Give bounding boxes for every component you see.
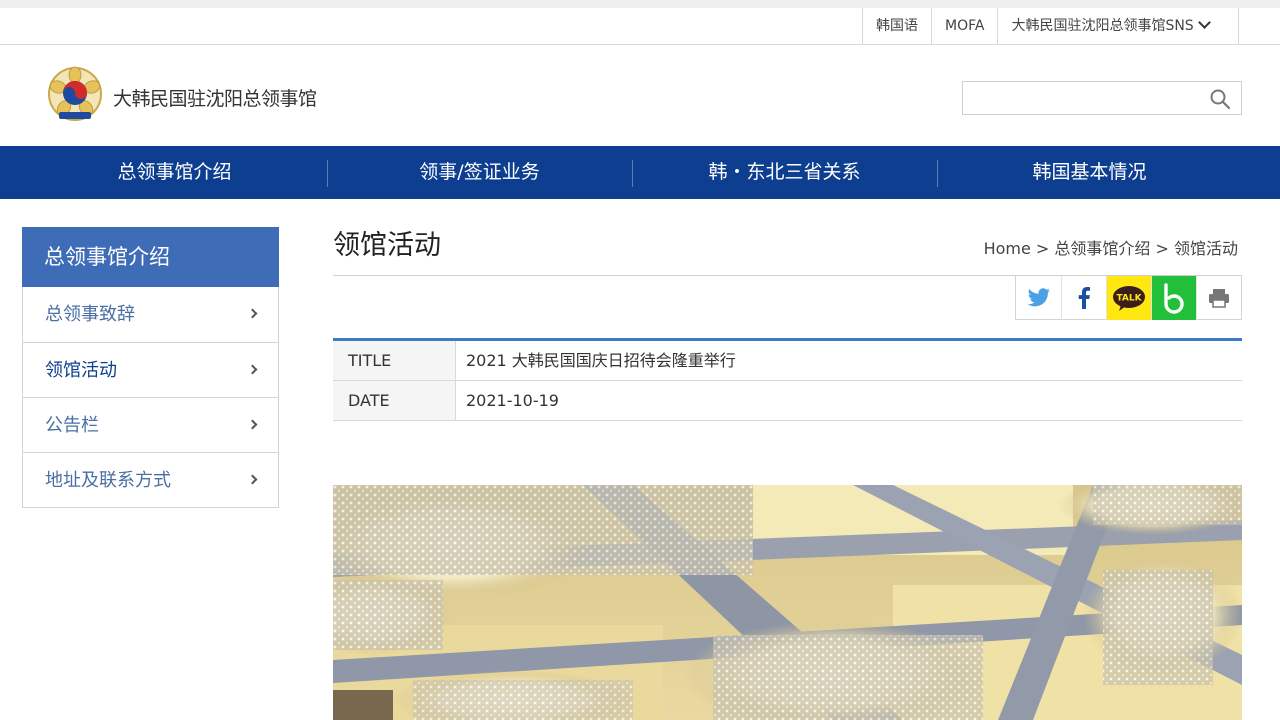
sidebar-menu: 总领事致辞 领馆活动 公告栏 地址及联系方式 xyxy=(22,287,279,508)
date-value: 2021-10-19 xyxy=(466,391,559,410)
chevron-right-icon xyxy=(247,308,258,319)
nav-consulate-intro[interactable]: 总领事馆介绍 xyxy=(22,146,327,199)
sidebar-heading: 总领事馆介绍 xyxy=(22,227,279,287)
print-icon xyxy=(1209,289,1229,308)
mofa-link[interactable]: MOFA xyxy=(932,8,999,44)
nav-korea-northeast-relations[interactable]: 韩・东北三省关系 xyxy=(632,146,937,199)
sns-dropdown[interactable]: 大韩民国驻沈阳总领事馆SNS xyxy=(998,8,1240,44)
utility-bar: 韩国语 MOFA 大韩民国驻沈阳总领事馆SNS xyxy=(0,0,1280,45)
search-button[interactable] xyxy=(1209,88,1231,110)
search-box xyxy=(962,81,1242,115)
chevron-down-icon xyxy=(1197,16,1211,29)
sidebar-item-label: 公告栏 xyxy=(45,415,99,436)
table-row: TITLE 2021 大韩民国国庆日招待会隆重举行 xyxy=(333,341,1242,381)
search-input[interactable] xyxy=(971,86,1201,110)
title-key: TITLE xyxy=(333,341,456,380)
table-row: DATE 2021-10-19 xyxy=(333,381,1242,421)
article-info-table: TITLE 2021 大韩民国国庆日招待会隆重举行 DATE 2021-10-1… xyxy=(333,338,1242,421)
chevron-right-icon xyxy=(247,474,258,485)
band-share-button[interactable] xyxy=(1151,276,1196,320)
facebook-share-button[interactable] xyxy=(1061,276,1106,320)
twitter-icon xyxy=(1027,288,1050,307)
utility-links: 韩国语 MOFA 大韩民国驻沈阳总领事馆SNS xyxy=(862,8,1240,44)
sns-dropdown-label: 大韩民国驻沈阳总领事馆SNS xyxy=(1011,18,1194,34)
event-photo xyxy=(333,485,1242,720)
site-title[interactable]: 大韩民国驻沈阳总领事馆 xyxy=(113,84,317,111)
page-title: 领馆活动 xyxy=(333,230,441,261)
sidebar-item-label: 总领事致辞 xyxy=(45,304,135,325)
twitter-share-button[interactable] xyxy=(1016,276,1061,320)
sidebar-item-address-contact[interactable]: 地址及联系方式 xyxy=(23,452,278,507)
main-navigation: 总领事馆介绍 领事/签证业务 韩・东北三省关系 韩国基本情况 xyxy=(0,146,1280,199)
consulate-emblem-logo[interactable] xyxy=(47,66,103,122)
chevron-right-icon xyxy=(247,419,258,430)
sidebar-item-label: 地址及联系方式 xyxy=(45,470,171,491)
kakaotalk-label: TALK xyxy=(1116,294,1142,304)
nav-korea-basic-info[interactable]: 韩国基本情况 xyxy=(937,146,1242,199)
title-value: 2021 大韩民国国庆日招待会隆重举行 xyxy=(466,351,736,370)
band-icon xyxy=(1164,283,1184,314)
sidebar-item-consul-greeting[interactable]: 总领事致辞 xyxy=(23,287,278,342)
kakaotalk-icon: TALK xyxy=(1113,286,1145,311)
sidebar-item-label: 领馆活动 xyxy=(45,360,117,381)
nav-consular-visa[interactable]: 领事/签证业务 xyxy=(327,146,632,199)
sidebar-item-activities[interactable]: 领馆活动 xyxy=(23,342,278,397)
search-icon xyxy=(1210,89,1231,110)
facebook-icon xyxy=(1078,287,1090,309)
breadcrumb: Home > 总领事馆介绍 > 领馆活动 xyxy=(983,239,1238,258)
share-bar: TALK xyxy=(1015,276,1242,320)
print-button[interactable] xyxy=(1196,276,1241,320)
sidebar-item-bulletin[interactable]: 公告栏 xyxy=(23,397,278,452)
korean-language-link[interactable]: 韩国语 xyxy=(863,8,932,44)
kakaotalk-share-button[interactable]: TALK xyxy=(1106,276,1151,320)
sidebar: 总领事馆介绍 总领事致辞 领馆活动 公告栏 地址及联系方式 xyxy=(22,227,279,508)
chevron-right-icon xyxy=(247,364,258,375)
date-key: DATE xyxy=(333,381,456,420)
